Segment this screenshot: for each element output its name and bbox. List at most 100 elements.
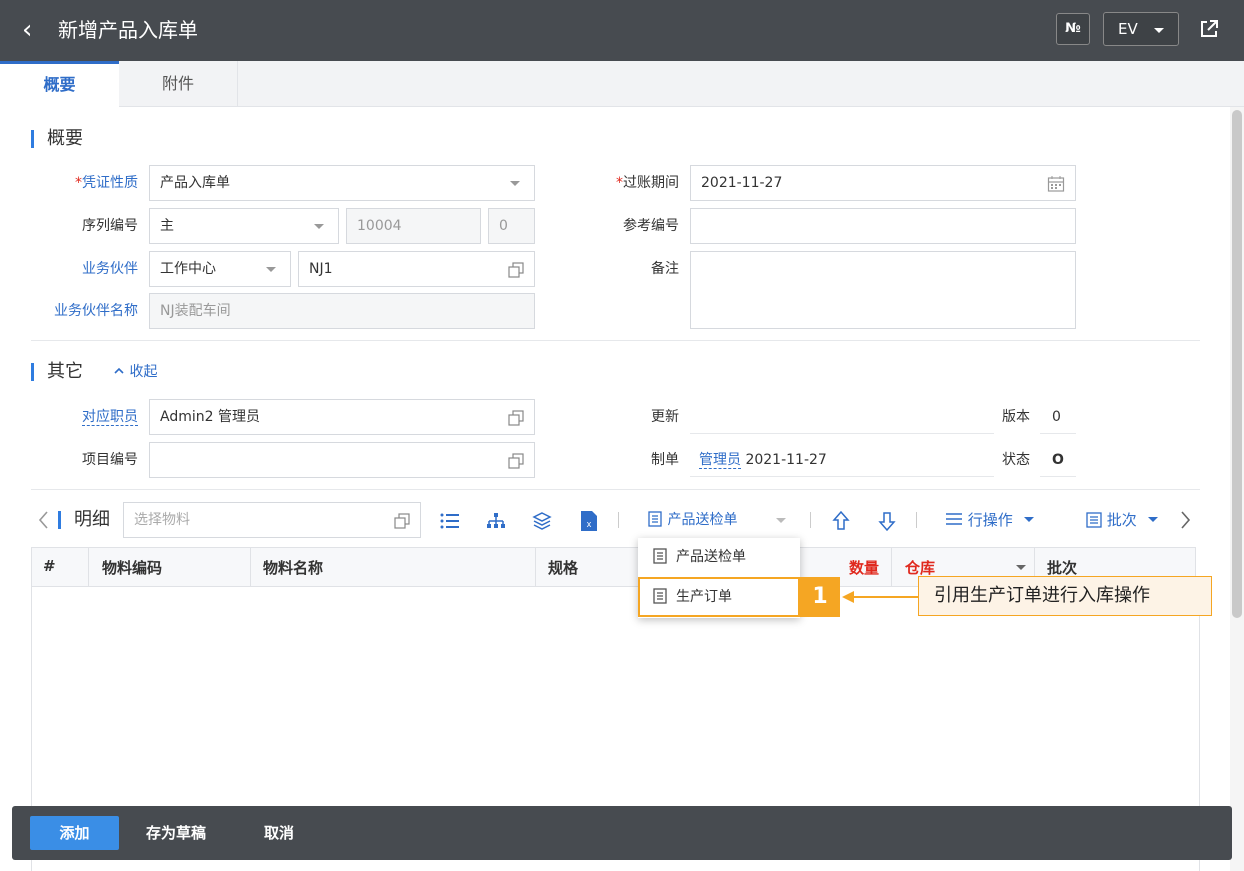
add-button[interactable]: 添加 bbox=[30, 816, 119, 850]
chevron-down-icon bbox=[510, 181, 520, 186]
serial-select[interactable]: 主 bbox=[149, 208, 339, 244]
status-label: 状态 bbox=[1002, 452, 1030, 468]
toolbar-separator bbox=[810, 512, 811, 528]
post-period-label: *过账期间 bbox=[616, 175, 679, 191]
menu-icon bbox=[946, 513, 962, 525]
lang-value: EV bbox=[1118, 20, 1138, 38]
inspection-dropdown-button[interactable]: 产品送检单 bbox=[647, 510, 737, 530]
post-period-input[interactable]: 2021-11-27 bbox=[690, 165, 1076, 201]
number-button[interactable]: № bbox=[1056, 13, 1090, 45]
chevron-down-icon bbox=[314, 224, 324, 229]
maker-user-link[interactable]: 管理员 bbox=[699, 452, 741, 469]
col-index: # bbox=[43, 557, 56, 575]
menu-item-label: 生产订单 bbox=[676, 589, 732, 605]
menu-item-production-order[interactable]: 生产订单 bbox=[638, 577, 800, 617]
voucher-type-select[interactable]: 产品入库单 bbox=[149, 165, 535, 201]
batch-label: 批次 bbox=[1106, 511, 1137, 529]
cancel-button[interactable]: 取消 bbox=[264, 823, 294, 843]
menu-item-inspection[interactable]: 产品送检单 bbox=[638, 538, 800, 576]
hierarchy-icon[interactable] bbox=[486, 511, 506, 531]
toolbar-separator bbox=[618, 512, 619, 528]
document-icon bbox=[653, 588, 667, 604]
toolbar-separator bbox=[916, 512, 917, 528]
scrollbar-thumb[interactable] bbox=[1232, 110, 1242, 618]
collapse-label: 收起 bbox=[129, 364, 158, 380]
detail-section-title: 明细 bbox=[58, 511, 110, 529]
layers-icon[interactable] bbox=[532, 511, 552, 531]
back-icon[interactable]: ‹ bbox=[22, 16, 32, 44]
document-icon bbox=[653, 548, 667, 564]
employee-value: Admin2 管理员 bbox=[160, 409, 260, 425]
lookup-icon[interactable] bbox=[508, 410, 524, 426]
scroll-left-icon[interactable] bbox=[37, 510, 49, 530]
chevron-down-icon bbox=[266, 267, 276, 272]
serial-number-field: 10004 bbox=[346, 208, 481, 244]
lookup-icon[interactable] bbox=[394, 513, 410, 529]
maker-value: 管理员 2021-11-27 bbox=[699, 450, 827, 470]
status-underline bbox=[1040, 476, 1076, 477]
project-label: 项目编号 bbox=[82, 452, 138, 468]
version-value: 0 bbox=[1052, 409, 1061, 425]
voucher-type-value: 产品入库单 bbox=[160, 175, 230, 191]
chevron-down-icon bbox=[1023, 517, 1034, 522]
lookup-icon[interactable] bbox=[508, 262, 524, 278]
save-draft-button[interactable]: 存为草稿 bbox=[146, 823, 206, 843]
overview-section-title: 概要 bbox=[31, 130, 83, 148]
svg-text:x: x bbox=[587, 519, 592, 529]
app-header: ‹ 新增产品入库单 № EV bbox=[0, 0, 1244, 61]
chevron-down-icon bbox=[1154, 28, 1164, 33]
export-icon[interactable] bbox=[1198, 18, 1220, 40]
serial-label: 序列编号 bbox=[82, 218, 138, 234]
other-section-title: 其它 bbox=[31, 363, 83, 381]
document-icon bbox=[648, 511, 662, 527]
partner-type-select[interactable]: 工作中心 bbox=[149, 251, 291, 287]
partner-input[interactable]: NJ1 bbox=[298, 251, 535, 287]
batch-icon bbox=[1086, 512, 1102, 528]
project-input[interactable] bbox=[149, 442, 535, 478]
remark-label: 备注 bbox=[651, 261, 679, 277]
col-quantity: 数量 bbox=[849, 559, 880, 577]
partner-label: 业务伙伴 bbox=[82, 261, 138, 277]
col-divider bbox=[88, 548, 89, 586]
move-down-icon[interactable] bbox=[877, 510, 897, 532]
menu-item-label: 产品送检单 bbox=[676, 549, 746, 565]
serial-value: 主 bbox=[160, 218, 174, 234]
move-up-icon[interactable] bbox=[831, 510, 851, 532]
lang-select[interactable]: EV bbox=[1103, 12, 1179, 46]
update-label: 更新 bbox=[651, 409, 679, 425]
calendar-icon[interactable] bbox=[1047, 175, 1065, 193]
inspection-label: 产品送检单 bbox=[667, 512, 738, 528]
excel-icon[interactable]: x bbox=[580, 510, 598, 532]
row-ops-button[interactable]: 行操作 bbox=[945, 510, 1034, 530]
maker-label: 制单 bbox=[651, 452, 679, 468]
ref-input[interactable] bbox=[690, 208, 1076, 244]
partner-type-value: 工作中心 bbox=[160, 261, 216, 277]
batch-button[interactable]: 批次 bbox=[1086, 510, 1158, 530]
post-period-value: 2021-11-27 bbox=[701, 175, 783, 191]
collapse-toggle[interactable]: 收起 bbox=[113, 362, 157, 382]
remark-textarea[interactable] bbox=[690, 251, 1076, 329]
col-divider bbox=[250, 548, 251, 586]
tab-overview[interactable]: 概要 bbox=[0, 61, 119, 107]
col-divider bbox=[891, 548, 892, 586]
material-select-input[interactable]: 选择物料 bbox=[123, 502, 421, 538]
chevron-down-icon bbox=[1147, 517, 1158, 522]
chevron-down-icon[interactable] bbox=[776, 518, 786, 523]
col-material-code: 物料编码 bbox=[102, 559, 163, 577]
list-icon[interactable] bbox=[440, 512, 460, 530]
tab-attachments[interactable]: 附件 bbox=[119, 61, 238, 107]
col-batch: 批次 bbox=[1047, 559, 1078, 577]
col-divider bbox=[535, 548, 536, 586]
chevron-up-icon bbox=[114, 367, 124, 374]
row-ops-label: 行操作 bbox=[967, 511, 1013, 529]
col-warehouse: 仓库 bbox=[905, 559, 936, 577]
divider bbox=[31, 489, 1200, 490]
scroll-right-icon[interactable] bbox=[1180, 510, 1192, 530]
employee-input[interactable]: Admin2 管理员 bbox=[149, 399, 535, 435]
divider bbox=[31, 340, 1200, 341]
voucher-type-label: *凭证性质 bbox=[75, 175, 138, 191]
col-spec: 规格 bbox=[548, 559, 579, 577]
chevron-down-icon[interactable] bbox=[1016, 565, 1026, 570]
employee-label: 对应职员 bbox=[82, 409, 138, 426]
lookup-icon[interactable] bbox=[508, 453, 524, 469]
